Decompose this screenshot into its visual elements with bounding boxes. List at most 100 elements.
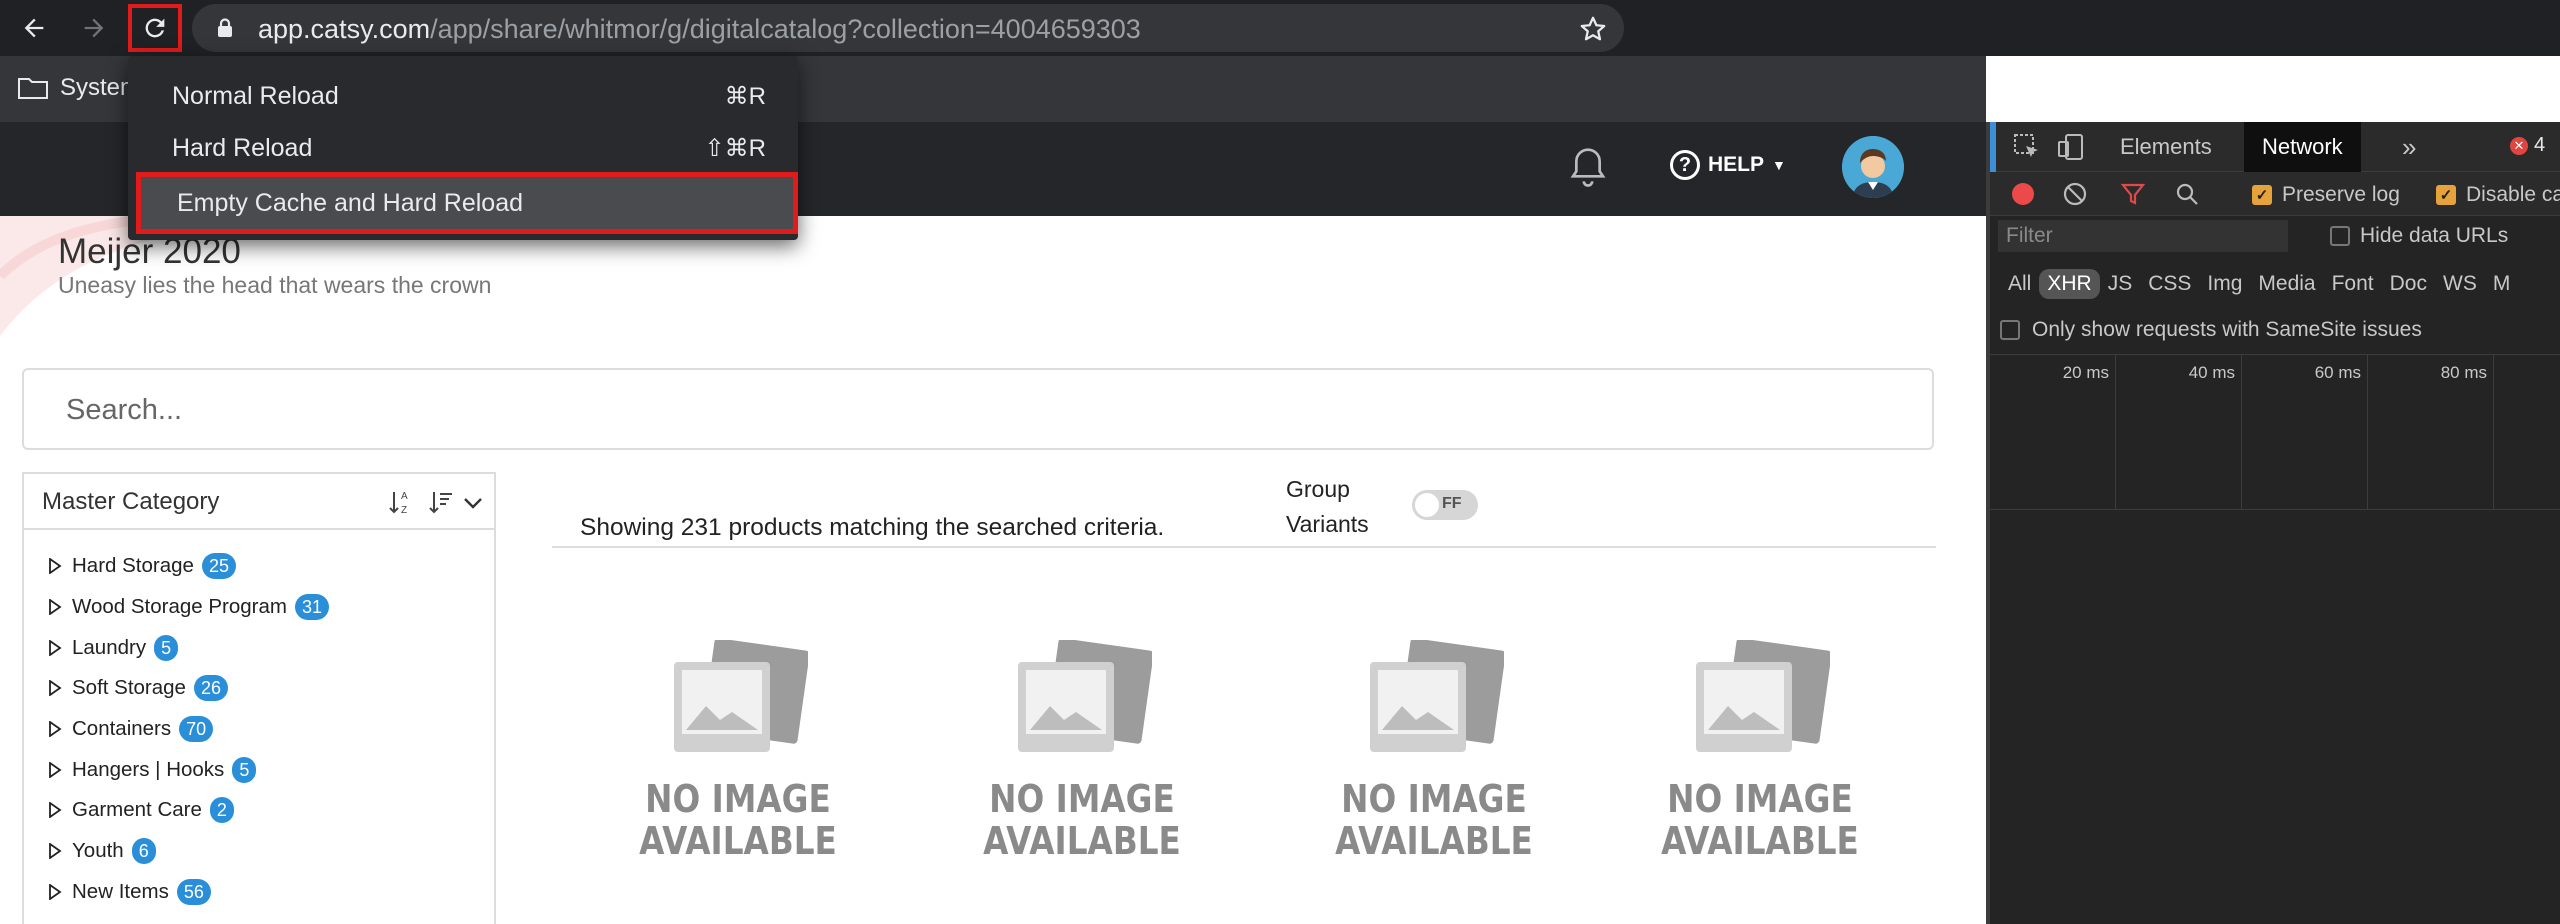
image-placeholder-icon — [674, 640, 808, 752]
type-filter-media[interactable]: Media — [2250, 269, 2323, 299]
avatar[interactable] — [1842, 136, 1904, 198]
category-label[interactable]: Soft Storage — [72, 676, 186, 700]
product-card[interactable]: NO IMAGE AVAILABLE — [1640, 640, 1880, 880]
category-item-wood-storage[interactable]: Wood Storage Program 31 — [24, 587, 494, 628]
category-label[interactable]: Youth — [72, 839, 124, 863]
menu-item-empty-cache-hard-reload[interactable]: Empty Cache and Hard Reload — [136, 172, 798, 234]
resource-type-filters: All XHR JS CSS Img Media Font Doc WS M — [1990, 264, 2560, 304]
device-toolbar-icon[interactable] — [2056, 132, 2086, 162]
category-label[interactable]: Hard Storage — [72, 554, 194, 578]
category-item-garment-care[interactable]: Garment Care 2 — [24, 790, 494, 831]
category-item-laundry[interactable]: Laundry 5 — [24, 627, 494, 668]
type-filter-xhr[interactable]: XHR — [2039, 269, 2100, 299]
expand-triangle-icon[interactable] — [48, 843, 62, 860]
expand-triangle-icon[interactable] — [48, 558, 62, 575]
type-filter-font[interactable]: Font — [2324, 269, 2382, 299]
tab-elements[interactable]: Elements — [2102, 122, 2230, 172]
no-image-text: NO IMAGE AVAILABLE — [1335, 777, 1533, 863]
category-item-containers[interactable]: Containers 70 — [24, 709, 494, 750]
hide-data-urls-checkbox[interactable]: Hide data URLs — [2330, 224, 2508, 248]
count-badge: 5 — [232, 756, 257, 783]
count-badge: 6 — [131, 838, 156, 865]
product-card[interactable]: NO IMAGE AVAILABLE — [618, 640, 858, 880]
category-label[interactable]: Containers — [72, 717, 171, 741]
samesite-label: Only show requests with SameSite issues — [2032, 318, 2422, 341]
menu-item-shortcut: ⌘R — [724, 82, 766, 110]
sort-list-icon[interactable] — [428, 488, 454, 516]
filter-input[interactable] — [1998, 220, 2288, 252]
reload-icon — [145, 18, 165, 38]
back-button[interactable] — [14, 8, 54, 48]
record-button[interactable] — [2012, 183, 2034, 205]
reload-button[interactable] — [128, 4, 182, 52]
type-filter-ws[interactable]: WS — [2435, 269, 2485, 299]
bell-icon[interactable] — [1568, 146, 1608, 190]
network-timeline[interactable]: 20 ms 40 ms 60 ms 80 ms — [1990, 354, 2560, 510]
expand-triangle-icon[interactable] — [48, 680, 62, 697]
category-list: Hard Storage 25 Wood Storage Program 31 … — [24, 546, 494, 912]
count-badge: 5 — [154, 634, 179, 661]
product-card[interactable]: NO IMAGE AVAILABLE — [1314, 640, 1554, 880]
preserve-log-checkbox[interactable]: ✓ Preserve log — [2252, 183, 2400, 207]
devtools-tabbar: Elements Network » ✕ 4 — [1990, 122, 2560, 172]
category-item-youth[interactable]: Youth 6 — [24, 831, 494, 872]
type-filter-img[interactable]: Img — [2199, 269, 2250, 299]
search-icon[interactable] — [2174, 181, 2200, 207]
category-header: Master Category A Z — [24, 474, 494, 530]
expand-triangle-icon[interactable] — [48, 599, 62, 616]
search-input[interactable] — [66, 388, 1766, 432]
menu-item-hard-reload[interactable]: Hard Reload ⇧⌘R — [128, 122, 798, 174]
more-tabs-icon[interactable]: » — [2402, 132, 2416, 163]
no-image-text: NO IMAGE AVAILABLE — [639, 777, 837, 863]
browser-toolbar: app.catsy.com/app/share/whitmor/g/digita… — [0, 0, 2560, 56]
inspect-element-icon[interactable] — [2012, 132, 2042, 162]
type-filter-css[interactable]: CSS — [2140, 269, 2199, 299]
category-item-hard-storage[interactable]: Hard Storage 25 — [24, 546, 494, 587]
bookmark-folder[interactable]: System — [18, 74, 140, 102]
catalog-subtitle: Uneasy lies the head that wears the crow… — [58, 272, 492, 298]
expand-triangle-icon[interactable] — [48, 721, 62, 738]
help-icon: ? — [1670, 150, 1700, 180]
category-item-hangers-hooks[interactable]: Hangers | Hooks 5 — [24, 749, 494, 790]
network-toolbar: ✓ Preserve log ✓ Disable ca — [1990, 172, 2560, 216]
product-card[interactable]: NO IMAGE AVAILABLE — [962, 640, 1202, 880]
category-label[interactable]: Wood Storage Program — [72, 595, 287, 619]
filter-icon[interactable] — [2120, 181, 2146, 207]
expand-triangle-icon[interactable] — [48, 761, 62, 778]
menu-item-normal-reload[interactable]: Normal Reload ⌘R — [128, 70, 798, 122]
group-label-line2: Variants — [1286, 511, 1369, 537]
category-label[interactable]: Hangers | Hooks — [72, 758, 224, 782]
tab-network[interactable]: Network — [2244, 122, 2361, 172]
group-variants-toggle[interactable]: FF — [1412, 490, 1478, 520]
expand-triangle-icon[interactable] — [48, 639, 62, 656]
type-filter-js[interactable]: JS — [2100, 269, 2141, 299]
expand-triangle-icon[interactable] — [48, 802, 62, 819]
category-label[interactable]: Laundry — [72, 636, 146, 660]
no-image-text: NO IMAGE AVAILABLE — [983, 777, 1181, 863]
chevron-down-icon[interactable] — [462, 492, 484, 514]
address-bar[interactable]: app.catsy.com/app/share/whitmor/g/digita… — [192, 4, 1624, 52]
user-avatar-icon — [1842, 136, 1904, 198]
clear-icon[interactable] — [2062, 181, 2088, 207]
category-label[interactable]: New Items — [72, 880, 169, 904]
category-item-soft-storage[interactable]: Soft Storage 26 — [24, 668, 494, 709]
category-item-new-items[interactable]: New Items 56 — [24, 872, 494, 913]
forward-button[interactable] — [74, 8, 114, 48]
category-label[interactable]: Garment Care — [72, 798, 202, 822]
url-text: app.catsy.com/app/share/whitmor/g/digita… — [258, 14, 1141, 44]
disable-cache-checkbox[interactable]: ✓ Disable ca — [2436, 183, 2560, 207]
count-badge: 56 — [176, 878, 211, 905]
sort-alpha-icon[interactable]: A Z — [388, 488, 414, 516]
results-count-text: Showing 231 products matching the search… — [580, 514, 1165, 541]
help-menu[interactable]: ? HELP ▼ — [1670, 150, 1786, 180]
star-icon[interactable] — [1578, 14, 1608, 44]
type-filter-manifest[interactable]: M — [2485, 269, 2519, 299]
expand-triangle-icon[interactable] — [48, 883, 62, 900]
samesite-checkbox[interactable]: Only show requests with SameSite issues — [2000, 318, 2422, 342]
type-filter-all[interactable]: All — [2000, 269, 2039, 299]
error-counter[interactable]: ✕ 4 — [2510, 134, 2545, 157]
type-filter-doc[interactable]: Doc — [2382, 269, 2435, 299]
caret-down-icon: ▼ — [1772, 157, 1786, 173]
image-placeholder-icon — [1370, 640, 1504, 752]
timeline-tick-label: 60 ms — [2314, 363, 2361, 382]
